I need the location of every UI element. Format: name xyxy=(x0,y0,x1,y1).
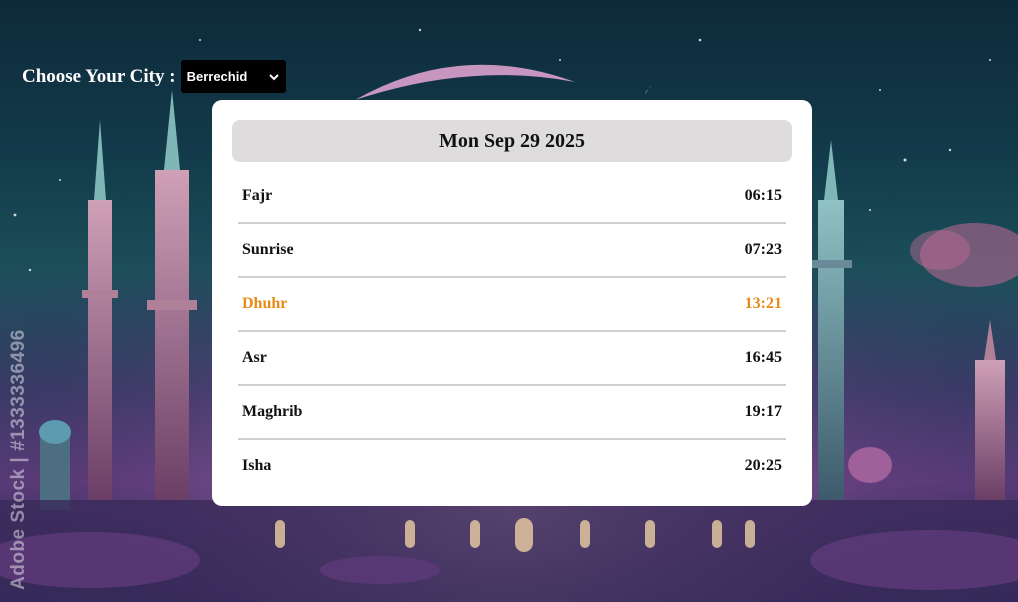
prayer-row-asr: Asr 16:45 xyxy=(238,332,786,386)
prayer-name: Isha xyxy=(242,457,272,474)
prayer-time: 19:17 xyxy=(744,403,782,420)
prayer-times-card: Mon Sep 29 2025 Fajr 06:15 Sunrise 07:23… xyxy=(212,100,812,506)
city-select-value: Berrechid xyxy=(186,69,248,84)
prayer-time: 07:23 xyxy=(744,241,782,258)
adobe-stock-watermark: Adobe Stock | #1333336496 xyxy=(8,329,29,590)
prayer-time: 13:21 xyxy=(744,295,782,312)
prayer-time: 20:25 xyxy=(744,457,782,474)
city-label: Choose Your City : xyxy=(22,65,176,87)
prayer-row-dhuhr: Dhuhr 13:21 xyxy=(238,278,786,332)
prayer-row-isha: Isha 20:25 xyxy=(238,440,786,492)
prayer-name: Dhuhr xyxy=(242,295,288,312)
prayer-name: Maghrib xyxy=(242,403,303,420)
chevron-down-icon xyxy=(268,73,279,80)
prayer-name: Fajr xyxy=(242,187,273,204)
city-select[interactable]: Berrechid xyxy=(180,60,286,93)
date-header: Mon Sep 29 2025 xyxy=(232,120,792,162)
prayer-row-maghrib: Maghrib 19:17 xyxy=(238,386,786,440)
prayer-row-fajr: Fajr 06:15 xyxy=(238,170,786,224)
prayer-time: 16:45 xyxy=(744,349,782,366)
prayer-list: Fajr 06:15 Sunrise 07:23 Dhuhr 13:21 Asr… xyxy=(238,170,786,492)
prayer-name: Sunrise xyxy=(242,241,294,258)
prayer-time: 06:15 xyxy=(744,187,782,204)
prayer-name: Asr xyxy=(242,349,267,366)
city-selector-row: Choose Your City : Berrechid xyxy=(22,60,286,93)
prayer-row-sunrise: Sunrise 07:23 xyxy=(238,224,786,278)
